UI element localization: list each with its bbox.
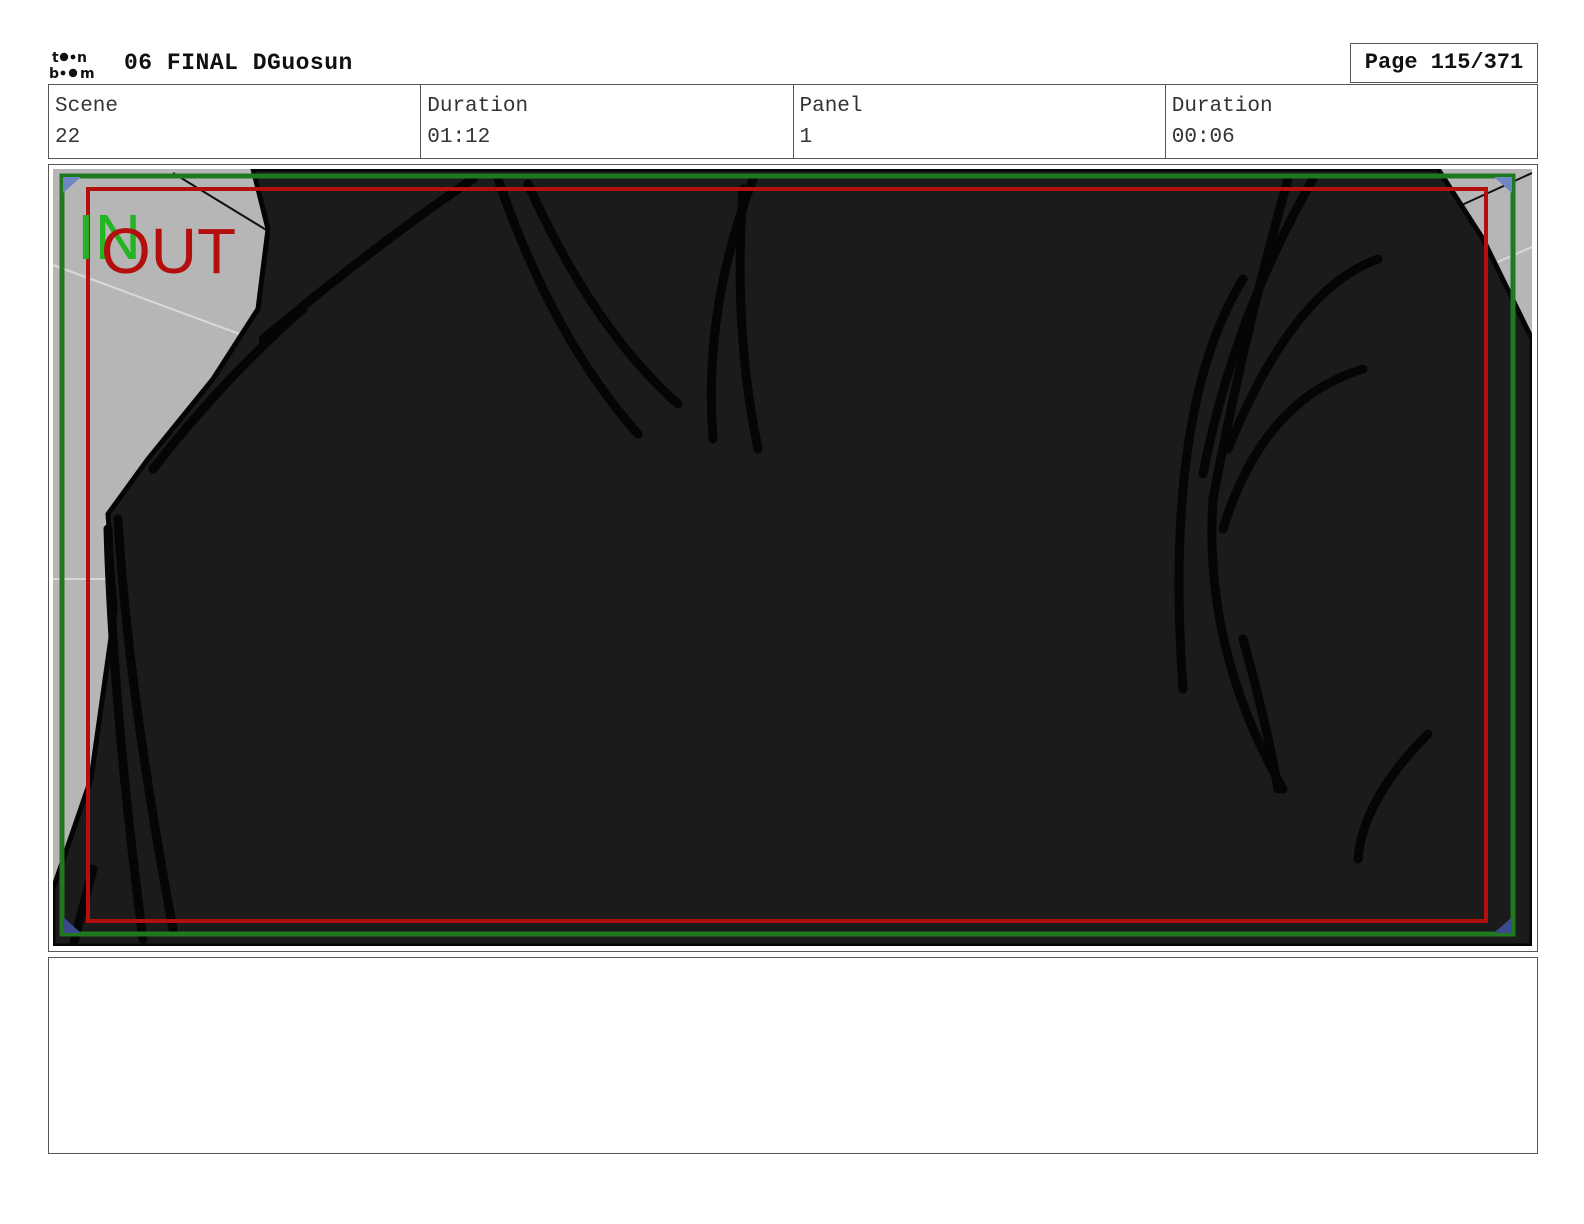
svg-text:n: n bbox=[77, 50, 87, 66]
svg-text:b: b bbox=[49, 66, 59, 80]
panel-duration-value: 00:06 bbox=[1171, 126, 1235, 149]
panel-cell: Panel 1 bbox=[794, 85, 1166, 158]
svg-text:m: m bbox=[80, 66, 95, 80]
notes-box bbox=[48, 957, 1538, 1154]
scene-duration-label: Duration bbox=[427, 95, 529, 118]
project-title: 06 FINAL DGuosun bbox=[124, 50, 353, 76]
svg-text:t: t bbox=[52, 50, 59, 66]
dark-silhouette bbox=[53, 169, 1532, 946]
notes-text bbox=[49, 958, 1537, 974]
scene-cell: Scene 22 bbox=[49, 85, 422, 158]
page-indicator: Page 115/371 bbox=[1350, 43, 1538, 83]
storyboard-panel: IN OUT bbox=[48, 164, 1538, 952]
scene-value: 22 bbox=[55, 126, 81, 149]
panel-value: 1 bbox=[799, 126, 813, 149]
scene-duration-value: 01:12 bbox=[427, 126, 491, 149]
panel-duration-cell: Duration 00:06 bbox=[1166, 85, 1537, 158]
toonboom-logo-icon: t n b m bbox=[49, 50, 95, 80]
panel-duration-label: Duration bbox=[1171, 95, 1273, 118]
scene-info-row: Scene 22 Duration 01:12 Panel 1 Duration… bbox=[48, 84, 1538, 159]
out-marker-label: OUT bbox=[101, 215, 236, 287]
scene-label: Scene bbox=[55, 95, 119, 118]
panel-artwork: IN OUT bbox=[53, 169, 1532, 946]
scene-duration-cell: Duration 01:12 bbox=[421, 85, 794, 158]
panel-label: Panel bbox=[799, 95, 863, 118]
